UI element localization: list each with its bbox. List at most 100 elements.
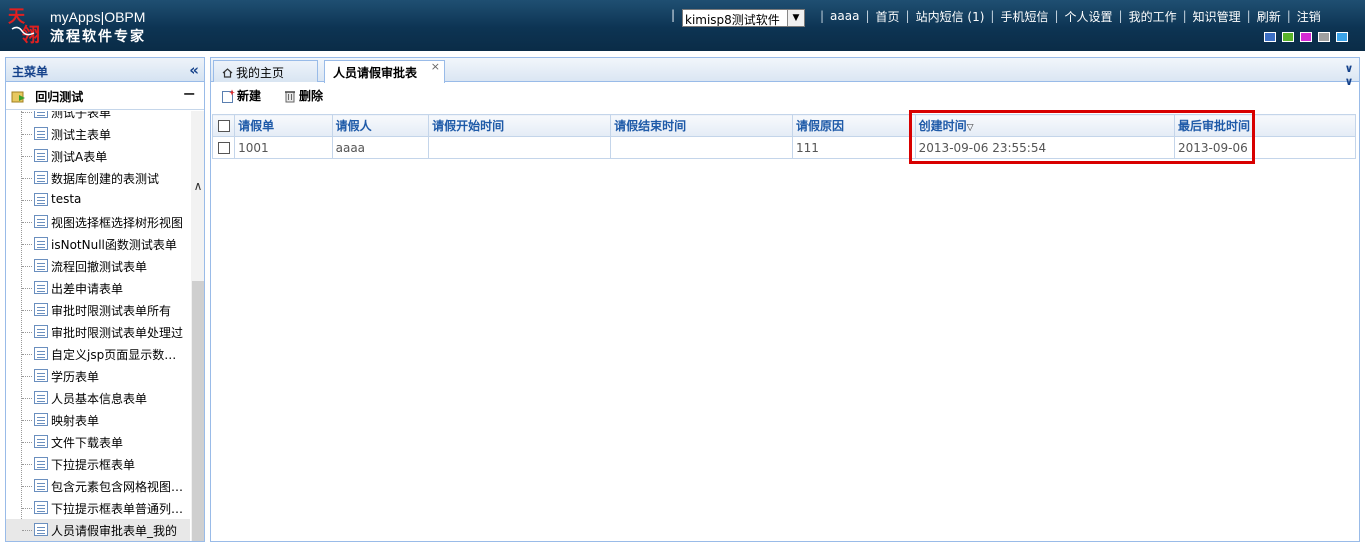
sidebar-scrollbar[interactable]: ∧ [191,111,204,541]
nav-home-link[interactable]: 首页 [876,8,900,25]
sidebar-item[interactable]: 流程回撤测试表单 [6,255,190,277]
sort-desc-icon: ▽ [966,123,974,133]
cell-start-time[interactable] [428,136,612,159]
main-menu-panel: 主菜单 « 回归测试 − 测试子表单测试主表单测试A表单 数据库创建的表测试 tes… [5,57,205,542]
table-form-icon [34,347,48,360]
sidebar-item[interactable]: isNotNull函数测试表单 [6,233,190,255]
sidebar-item-label: 测试子表单 [51,111,112,120]
column-header-created-time[interactable]: 创建时间▽ [914,114,1176,137]
application-select[interactable]: kimisp8测试软件 ▼ [682,9,805,27]
sidebar-item-label: 映射表单 [51,414,100,428]
delete-button-label: 删除 [299,89,324,103]
table-row[interactable]: 1001 aaaa 111 2013-09-06 23:55:54 2013-0… [211,136,1356,159]
nav-messages-link[interactable]: 站内短信 (1) [916,8,985,25]
sidebar-item-label: 自定义jsp页面显示数据… [51,348,187,362]
skin-blue[interactable] [1264,32,1276,42]
new-document-icon [221,89,235,103]
menu-group-label: 回归测试 [35,90,84,104]
table-form-icon [34,215,48,228]
column-header-leave-id[interactable]: 请假单 [234,114,333,137]
column-header-created-time-label: 创建时间 [918,119,967,133]
select-all-checkbox[interactable] [217,120,230,132]
collapse-group-icon[interactable]: − [183,84,196,103]
chevron-double-down-icon[interactable]: ∨ ∨ [1342,62,1356,88]
skin-magenta[interactable] [1300,32,1312,42]
sidebar-item[interactable]: 审批时限测试表单所有 [6,299,190,321]
data-grid: 请假单 请假人 请假开始时间 请假结束时间 请假原因 创建时间▽ 最后审批时间 … [211,114,1356,159]
table-form-icon [34,457,48,470]
sidebar-item-label: 学历表单 [51,370,100,384]
table-form-icon [34,149,48,162]
nav-my-work-link[interactable]: 我的工作 [1129,8,1177,25]
sidebar-item[interactable]: 数据库创建的表测试 [6,167,190,189]
sidebar-item[interactable]: 文件下载表单 [6,431,190,453]
home-icon [222,67,233,78]
nav-knowledge-link[interactable]: 知识管理 [1193,8,1241,25]
sidebar-item-label: 测试主表单 [51,128,112,142]
sidebar-item[interactable]: 下拉提示框表单 [6,453,190,475]
table-form-icon [34,413,48,426]
close-icon[interactable]: × [431,60,440,73]
select-all-cell [211,114,236,137]
main-menu-header: 主菜单 « [6,58,204,82]
sidebar-item[interactable]: 下拉提示框表单普通列… [6,497,190,519]
tab-bar: 我的主页 人员请假审批表 × ∨ ∨ [211,58,1359,88]
chevron-down-icon[interactable]: ▼ [787,10,804,26]
table-form-icon [34,369,48,382]
nav-logout-link[interactable]: 注销 [1297,8,1321,25]
sidebar-item[interactable]: 人员基本信息表单 [6,387,190,409]
cell-reason[interactable]: 111 [792,136,916,159]
nav-sms-link[interactable]: 手机短信 [1000,8,1048,25]
tab-leave-approval[interactable]: 人员请假审批表 × [324,60,445,83]
sidebar-item[interactable]: testa [6,189,190,211]
table-form-icon [34,435,48,448]
sidebar-item-label: 审批时限测试表单处理过 [51,326,184,340]
sidebar-item[interactable]: 包含元素包含网格视图… [6,475,190,497]
brand-english: myApps|OBPM [50,9,146,25]
nav-settings-link[interactable]: 个人设置 [1065,8,1113,25]
sidebar-item[interactable]: 人员请假审批表单_我的 [6,519,190,541]
skin-lightblue[interactable] [1336,32,1348,42]
scroll-up-icon[interactable]: ∧ [191,179,204,193]
nav-refresh-link[interactable]: 刷新 [1257,8,1281,25]
sidebar-item[interactable]: 测试主表单 [6,123,190,145]
table-form-icon [34,111,48,118]
sidebar-item-label: 出差申请表单 [51,282,124,296]
toolbar: 新建 删除 [211,82,1359,108]
column-header-end-time[interactable]: 请假结束时间 [610,114,794,137]
collapse-left-icon[interactable]: « [189,61,199,79]
column-header-last-approval-time[interactable]: 最后审批时间 [1174,114,1356,137]
menu-group-header[interactable]: 回归测试 − [6,82,204,110]
current-user-link[interactable]: aaaa [830,9,859,23]
sidebar-item[interactable]: 测试子表单 [6,111,190,123]
cell-end-time[interactable] [610,136,794,159]
column-header-reason[interactable]: 请假原因 [792,114,916,137]
column-header-start-time[interactable]: 请假开始时间 [428,114,612,137]
cell-leave-id[interactable]: 1001 [234,136,333,159]
sidebar-item[interactable]: 视图选择框选择树形视图 [6,211,190,233]
cell-created-time[interactable]: 2013-09-06 23:55:54 [914,136,1176,159]
sidebar-item[interactable]: 学历表单 [6,365,190,387]
sidebar-item-label: 文件下载表单 [51,436,124,450]
sidebar-item-label: 人员请假审批表单_我的 [51,524,178,538]
table-form-icon [34,281,48,294]
column-header-applicant[interactable]: 请假人 [331,114,430,137]
cell-last-approval-time[interactable]: 2013-09-06 [1174,136,1356,159]
delete-button[interactable]: 删除 [283,87,323,105]
scrollbar-thumb[interactable] [192,281,204,541]
sidebar-item[interactable]: 出差申请表单 [6,277,190,299]
menu-tree: 测试子表单测试主表单测试A表单 数据库创建的表测试 testa 视图选择框选择树形视图… [6,111,190,541]
table-form-icon [34,479,48,492]
skin-green[interactable] [1282,32,1294,42]
tab-home[interactable]: 我的主页 [213,60,318,82]
sidebar-item[interactable]: 审批时限测试表单处理过 [6,321,190,343]
cell-applicant[interactable]: aaaa [331,136,430,159]
row-checkbox[interactable] [217,142,230,154]
skin-gray[interactable] [1318,32,1330,42]
sidebar-item-label: 包含元素包含网格视图… [51,480,184,494]
sidebar-item[interactable]: 映射表单 [6,409,190,431]
sidebar-item[interactable]: 自定义jsp页面显示数据… [6,343,190,365]
new-button[interactable]: 新建 [221,87,261,105]
table-form-icon [34,171,48,184]
sidebar-item[interactable]: 测试A表单 [6,145,190,167]
